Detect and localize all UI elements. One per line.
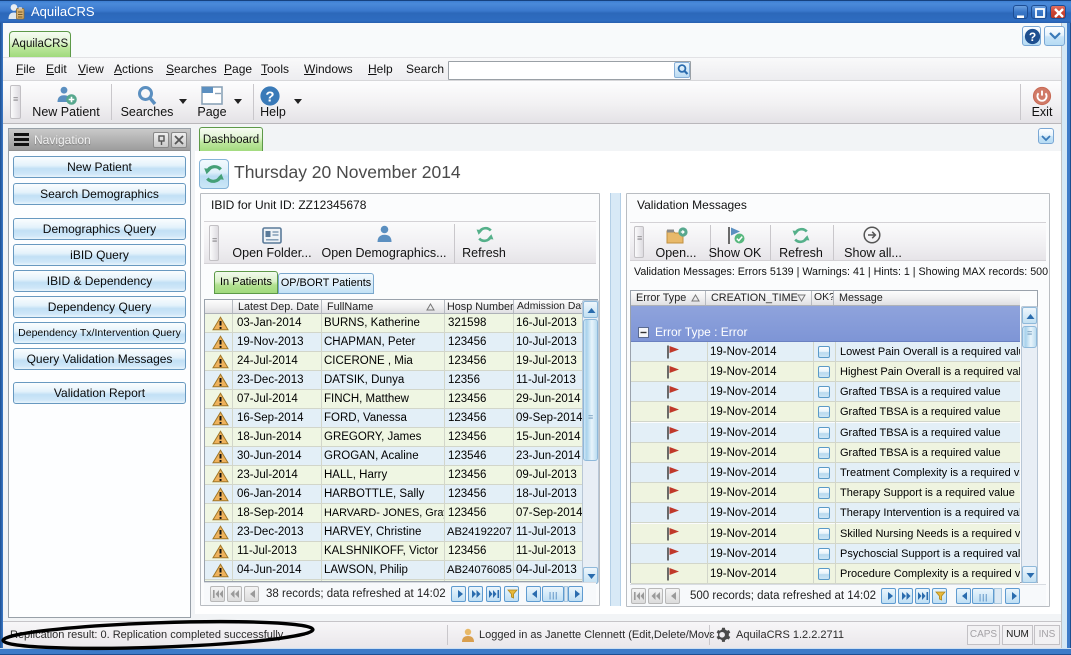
- svg-text:?: ?: [265, 88, 274, 105]
- svg-text:?: ?: [1029, 30, 1036, 44]
